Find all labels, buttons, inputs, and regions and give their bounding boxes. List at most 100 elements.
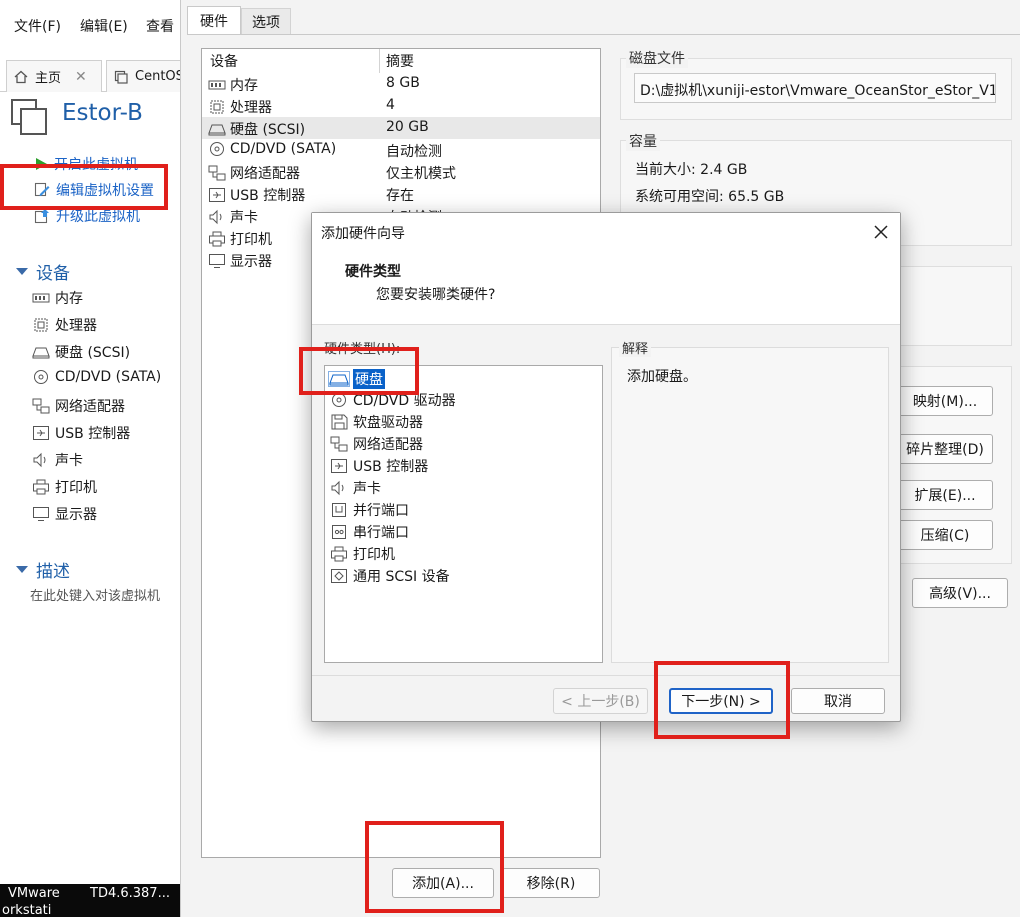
vm-icon-large: [10, 98, 48, 136]
list-item-label: 并行端口: [353, 503, 409, 519]
highlight-add-button: [365, 821, 504, 913]
monitor-icon: [32, 506, 50, 522]
capacity-label: 容量: [626, 131, 660, 151]
tab-hardware[interactable]: 硬件: [187, 6, 241, 34]
dialog-question: 您要安装哪类硬件?: [376, 287, 496, 303]
row-device-name: 显示器: [230, 254, 272, 270]
list-item-label: 打印机: [353, 547, 395, 563]
tab-divider: [187, 34, 1020, 35]
sidebar-device-memory[interactable]: 内存: [32, 288, 83, 308]
vm-name-title: Estor-B: [62, 100, 143, 126]
row-device-name: 打印机: [230, 232, 272, 248]
cancel-label: 取消: [824, 694, 852, 710]
tab-hardware-label: 硬件: [200, 13, 228, 30]
usb-icon: [32, 425, 50, 441]
taskbar-preview[interactable]: VMware orkstati TD4.6.387...: [0, 884, 180, 917]
defragment-button[interactable]: 碎片整理(D): [897, 434, 993, 464]
harddisk-icon: [32, 345, 50, 359]
list-item-label: 网络适配器: [353, 437, 423, 453]
highlight-next-button: [654, 661, 790, 739]
sidebar-device-sound[interactable]: 声卡: [32, 450, 83, 470]
menu-view[interactable]: 查看: [146, 16, 174, 36]
sidebar-device-cddvd[interactable]: CD/DVD (SATA): [32, 369, 161, 385]
harddisk-icon: [208, 122, 226, 136]
description-input[interactable]: 在此处键入对该虚拟机: [30, 585, 160, 604]
column-header-summary[interactable]: 摘要: [380, 49, 600, 73]
close-icon[interactable]: ✕: [75, 69, 87, 85]
tab-home[interactable]: 主页 ✕: [6, 60, 102, 92]
list-item-printer[interactable]: 打印机: [328, 543, 395, 565]
table-row[interactable]: 处理器 4: [202, 95, 600, 117]
cd-icon: [208, 141, 226, 157]
expand-button[interactable]: 扩展(E)...: [897, 480, 993, 510]
processor-icon: [208, 99, 226, 115]
tab-vm-label: CentOS: [135, 69, 180, 84]
tab-options[interactable]: 选项: [241, 8, 291, 34]
table-row-selected[interactable]: 硬盘 (SCSI) 20 GB: [202, 117, 600, 139]
column-header-device[interactable]: 设备: [202, 49, 380, 73]
expand-label: 扩展(E)...: [914, 488, 976, 504]
cancel-button[interactable]: 取消: [791, 688, 885, 714]
list-item-parallel-port[interactable]: 并行端口: [328, 499, 409, 521]
collapse-triangle-icon: [16, 268, 28, 275]
add-hardware-wizard-dialog: 添加硬件向导 硬件类型 您要安装哪类硬件? 硬件类型(H): 硬盘 CD/DVD…: [311, 212, 901, 722]
table-row[interactable]: CD/DVD (SATA) 自动检测: [202, 139, 600, 161]
description-section-header[interactable]: 描述: [16, 557, 70, 582]
devices-section-header[interactable]: 设备: [16, 259, 70, 284]
list-item-scsi[interactable]: 通用 SCSI 设备: [328, 565, 450, 587]
map-label: 映射(M)...: [912, 394, 978, 410]
map-button[interactable]: 映射(M)...: [897, 386, 993, 416]
tab-home-label: 主页: [35, 71, 62, 86]
sidebar-device-harddisk[interactable]: 硬盘 (SCSI): [32, 342, 130, 362]
remove-hardware-label: 移除(R): [526, 876, 576, 892]
disk-file-label: 磁盘文件: [626, 48, 688, 68]
list-item-sound[interactable]: 声卡: [328, 477, 381, 499]
list-item-label: 串行端口: [353, 525, 409, 541]
table-row[interactable]: USB 控制器 存在: [202, 183, 600, 205]
speaker-icon: [328, 480, 350, 496]
dialog-heading: 硬件类型: [345, 264, 401, 280]
menu-edit[interactable]: 编辑(E): [80, 16, 128, 36]
row-summary: 存在: [386, 188, 414, 204]
printer-icon: [32, 479, 50, 495]
table-row[interactable]: 内存 8 GB: [202, 73, 600, 95]
network-icon: [328, 436, 350, 452]
previous-button[interactable]: < 上一步(B): [553, 688, 648, 714]
list-item-serial-port[interactable]: 串行端口: [328, 521, 409, 543]
tab-options-label: 选项: [252, 14, 280, 31]
row-summary: 20 GB: [386, 119, 429, 135]
serial-port-icon: [328, 524, 350, 540]
sidebar-device-display[interactable]: 显示器: [32, 504, 97, 524]
list-item-label: 软盘驱动器: [353, 415, 423, 431]
row-summary: 仅主机模式: [386, 166, 456, 182]
table-row[interactable]: 网络适配器 仅主机模式: [202, 161, 600, 183]
sidebar-device-printer[interactable]: 打印机: [32, 477, 97, 497]
processor-icon: [32, 317, 50, 333]
sidebar-device-usb[interactable]: USB 控制器: [32, 423, 130, 443]
column-header-summary-label: 摘要: [386, 54, 414, 70]
upgrade-icon: [34, 208, 50, 224]
row-summary: 4: [386, 97, 395, 113]
devices-section-title: 设备: [36, 264, 70, 284]
sidebar-device-processor[interactable]: 处理器: [32, 315, 97, 335]
sidebar-device-label: 硬盘 (SCSI): [55, 345, 131, 361]
row-device-name: USB 控制器: [230, 188, 306, 204]
collapse-triangle-icon: [16, 566, 28, 573]
hardware-type-list[interactable]: 硬盘 CD/DVD 驱动器 软盘驱动器 网络适配器 USB 控制器 声卡 并行端…: [324, 365, 603, 663]
tab-vm[interactable]: CentOS: [106, 60, 180, 92]
remove-hardware-button[interactable]: 移除(R): [502, 868, 600, 898]
disk-file-path[interactable]: D:\虚拟机\xuniji-estor\Vmware_OceanStor_eSt…: [634, 73, 996, 103]
list-item-floppy[interactable]: 软盘驱动器: [328, 411, 423, 433]
advanced-button[interactable]: 高级(V)...: [912, 578, 1008, 608]
sidebar-device-network[interactable]: 网络适配器: [32, 396, 125, 416]
list-item-network[interactable]: 网络适配器: [328, 433, 423, 455]
close-icon[interactable]: [871, 222, 891, 242]
parallel-port-icon: [328, 502, 350, 518]
list-item-label: 声卡: [353, 481, 381, 497]
menu-file[interactable]: 文件(F): [14, 16, 61, 36]
explanation-box: [611, 347, 889, 663]
list-item-usb[interactable]: USB 控制器: [328, 455, 428, 477]
vm-tabs: 主页 ✕ CentOS: [0, 52, 180, 92]
compact-button[interactable]: 压缩(C): [897, 520, 993, 550]
vm-library-pane: 文件(F) 编辑(E) 查看 主页 ✕ CentOS Estor-B 开启此虚拟…: [0, 0, 180, 917]
